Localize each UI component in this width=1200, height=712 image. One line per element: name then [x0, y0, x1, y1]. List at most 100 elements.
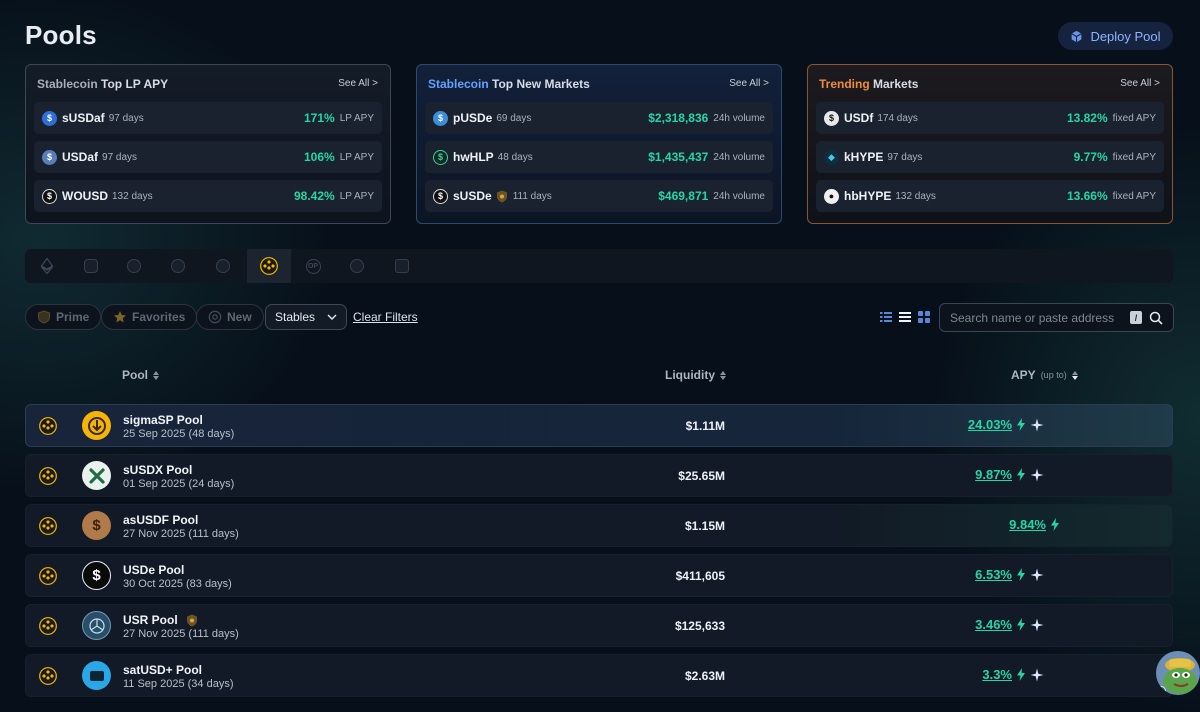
bnb-icon [39, 567, 57, 585]
sparkle-icon [1030, 668, 1044, 681]
card-market-row[interactable]: ● hbHYPE 132 days 13.66% fixed APY [816, 180, 1164, 212]
market-value: $2,318,836 [648, 111, 709, 125]
search-input[interactable] [950, 310, 1130, 325]
market-days: 69 days [496, 112, 532, 124]
card-market-row[interactable]: $ pUSDe 69 days $2,318,836 24h volume [425, 102, 773, 134]
card-market-row[interactable]: $ sUSDe 111 days $469,871 24h volume [425, 180, 773, 212]
hbhype-token-icon: ● [824, 188, 839, 204]
chain-arbitrum[interactable] [114, 249, 154, 283]
see-all-link[interactable]: See All > [1120, 78, 1160, 89]
hwhlp-token-icon: $ [433, 149, 448, 165]
sort-icon [1071, 370, 1078, 380]
market-days: 97 days [887, 151, 923, 163]
table-row[interactable]: $ USDe Pool 30 Oct 2025 (83 days) $411,6… [25, 554, 1173, 597]
chain-mantle[interactable] [203, 249, 243, 283]
ethereum-icon [40, 258, 54, 274]
pool-maturity: 25 Sep 2025 (48 days) [123, 428, 235, 440]
card-market-row[interactable]: $ sUSDaf 97 days 171% LP APY [34, 102, 382, 134]
pool-apy[interactable]: 6.53% [975, 567, 1044, 582]
market-name: hwHLP [453, 150, 494, 164]
card-market-row[interactable]: ◆ kHYPE 97 days 9.77% fixed APY [816, 141, 1164, 173]
column-header-apy-label: APY [1011, 368, 1036, 382]
card-market-row[interactable]: $ USDf 174 days 13.82% fixed APY [816, 102, 1164, 134]
bolt-icon [1017, 468, 1025, 481]
card-market-row[interactable]: $ hwHLP 48 days $1,435,437 24h volume [425, 141, 773, 173]
sort-icon [153, 370, 159, 380]
chain-op[interactable]: OP [293, 249, 333, 283]
market-unit: fixed APY [1112, 112, 1156, 124]
pool-name: USR Pool [123, 613, 178, 627]
market-value: 98.42% [294, 189, 335, 203]
pool-name: satUSD+ Pool [123, 663, 203, 677]
column-header-pool[interactable]: Pool [122, 368, 159, 382]
compact-view-icon[interactable] [898, 310, 912, 324]
bnb-icon [39, 517, 57, 535]
card-top-new-markets: Stablecoin Top New Markets See All > $ p… [416, 64, 782, 224]
susde-token-icon: $ [433, 188, 448, 204]
satusd-logo [82, 661, 111, 690]
pool-apy[interactable]: 9.84% [1009, 517, 1060, 532]
chain-hyperevm[interactable] [382, 249, 422, 283]
market-unit: 24h volume [713, 151, 765, 163]
search-icon[interactable] [1149, 311, 1163, 325]
shortcut-key: / [1130, 311, 1142, 324]
table-row[interactable]: $ asUSDF Pool 27 Nov 2025 (111 days) $1.… [25, 504, 1173, 547]
list-view-icon[interactable] [879, 310, 893, 324]
deploy-pool-button[interactable]: Deploy Pool [1058, 22, 1173, 50]
table-row[interactable]: satUSD+ Pool 11 Sep 2025 (34 days) $2.63… [25, 654, 1173, 697]
bnb-icon [260, 257, 278, 275]
pool-name: sigmaSP Pool [123, 413, 203, 427]
sigmasp-logo [82, 411, 111, 440]
card-title: Trending Markets [819, 76, 919, 91]
stables-select-value: Stables [275, 310, 316, 324]
pool-apy-value: 3.3% [982, 667, 1012, 682]
filter-favorites[interactable]: Favorites [101, 304, 198, 330]
bolt-icon [1017, 568, 1025, 581]
khype-token-icon: ◆ [824, 149, 839, 165]
pool-liquidity: $411,605 [675, 569, 725, 583]
bnb-icon [39, 467, 57, 485]
pool-liquidity: $2.63M [684, 669, 725, 683]
column-header-liquidity-label: Liquidity [665, 368, 715, 382]
card-market-row[interactable]: $ USDaf 97 days 106% LP APY [34, 141, 382, 173]
chain-optimism[interactable] [158, 249, 198, 283]
market-days: 111 days [512, 190, 552, 202]
filter-prime-label: Prime [56, 310, 90, 324]
usde-logo: $ [82, 561, 111, 590]
column-header-apy[interactable]: APY (up to) [1011, 368, 1078, 382]
filter-new[interactable]: New [196, 304, 264, 330]
pool-apy[interactable]: 3.3% [982, 667, 1044, 682]
market-value: 9.77% [1073, 150, 1108, 164]
see-all-link[interactable]: See All > [729, 78, 769, 89]
grid-view-icon[interactable] [917, 310, 931, 324]
market-value: $469,871 [658, 189, 709, 203]
pool-apy[interactable]: 3.46% [975, 617, 1044, 632]
table-row[interactable]: sUSDX Pool 01 Sep 2025 (24 days) $25.65M… [25, 454, 1173, 497]
pool-apy[interactable]: 24.03% [968, 417, 1044, 432]
clear-filters-link[interactable]: Clear Filters [353, 310, 418, 324]
chain-ethereum[interactable] [27, 249, 67, 283]
chain-bnb[interactable] [247, 249, 291, 283]
chain-base[interactable] [71, 249, 111, 283]
usdaf-token-icon: $ [42, 149, 57, 165]
chain-sonic[interactable] [337, 249, 377, 283]
shield-icon [496, 190, 507, 202]
table-row[interactable]: USR Pool 27 Nov 2025 (111 days) $125,633… [25, 604, 1173, 647]
card-market-row[interactable]: $ WOUSD 132 days 98.42% LP APY [34, 180, 382, 212]
see-all-link[interactable]: See All > [338, 78, 378, 89]
chain-dot-icon [216, 259, 230, 273]
table-row[interactable]: sigmaSP Pool 25 Sep 2025 (48 days) $1.11… [25, 404, 1173, 447]
stables-select[interactable]: Stables [265, 304, 347, 330]
column-header-liquidity[interactable]: Liquidity [665, 368, 726, 382]
pool-apy[interactable]: 9.87% [975, 467, 1044, 482]
sparkle-icon [1030, 618, 1044, 631]
market-days: 132 days [112, 190, 153, 202]
market-unit: 24h volume [713, 112, 765, 124]
cube-icon [1071, 30, 1083, 42]
sparkle-icon [1030, 568, 1044, 581]
bolt-icon [1017, 618, 1025, 631]
asusdf-logo: $ [82, 511, 111, 540]
chain-dot-icon [171, 259, 185, 273]
filter-prime[interactable]: Prime [25, 304, 102, 330]
avatar[interactable] [1156, 651, 1200, 695]
